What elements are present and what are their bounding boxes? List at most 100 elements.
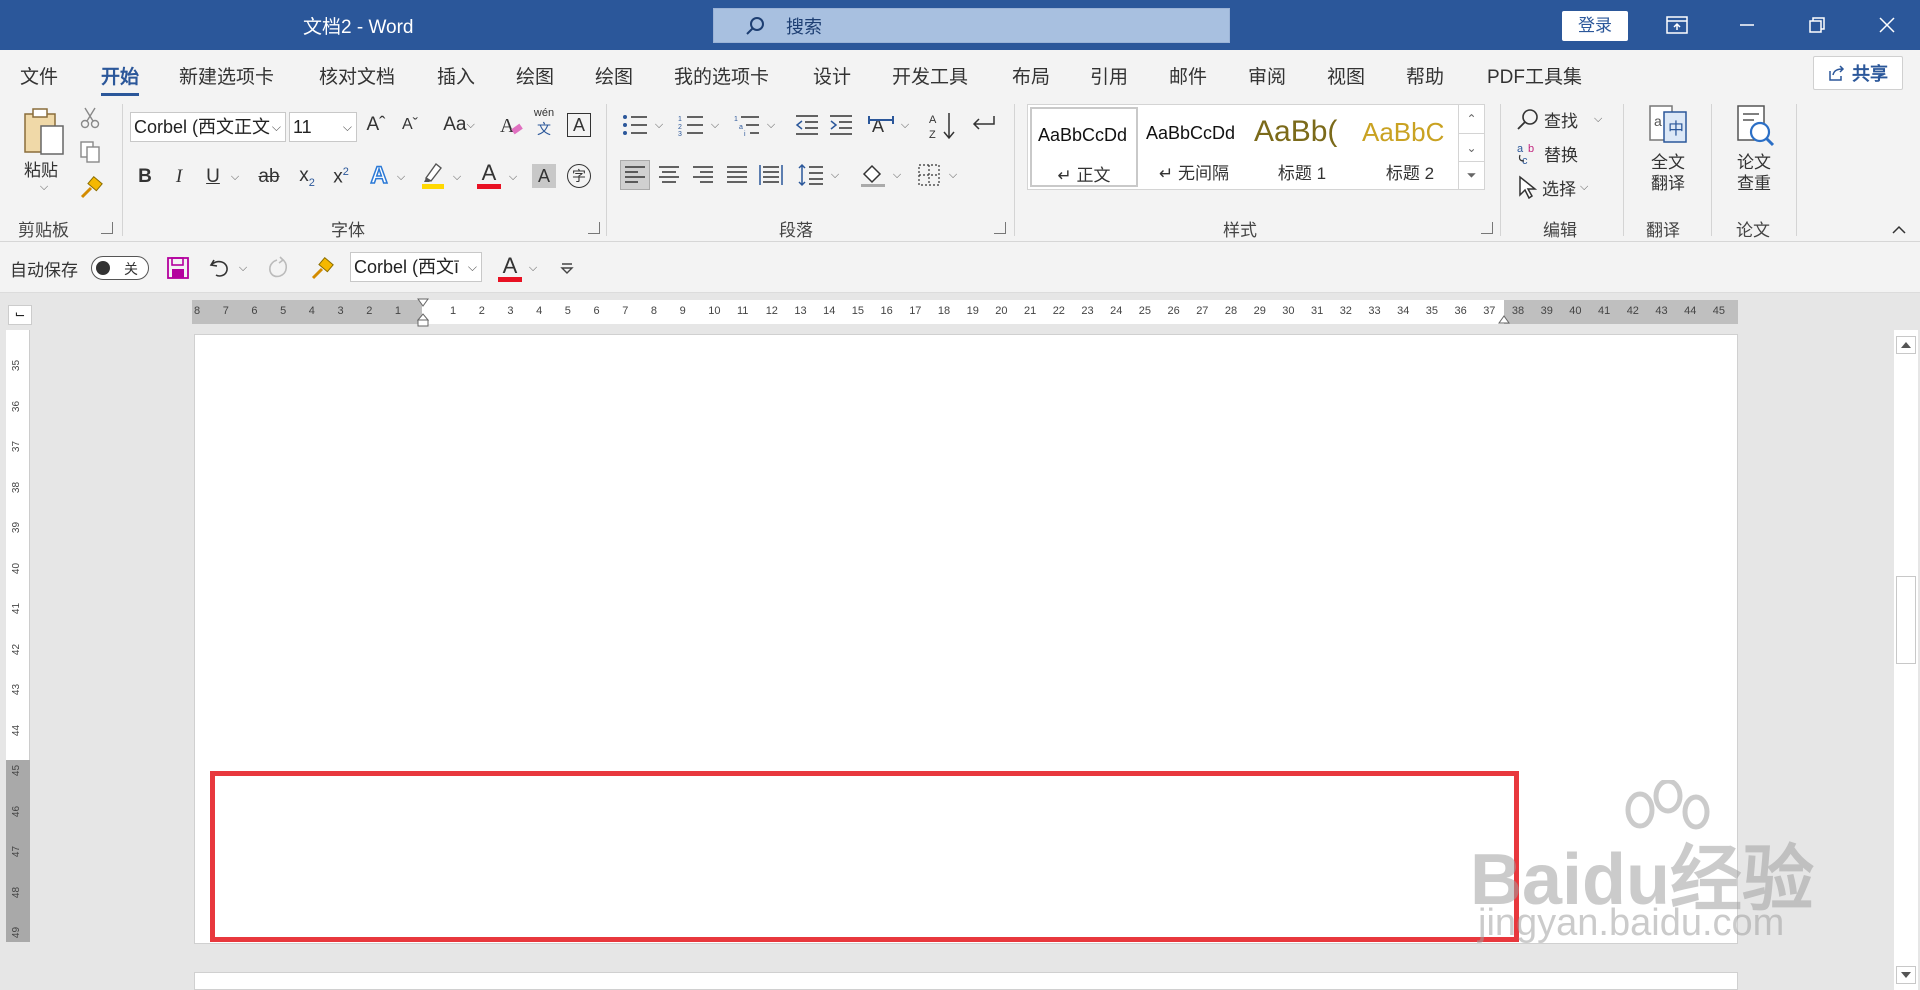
multilevel-list-dropdown[interactable]: ⌵ xyxy=(764,110,778,140)
paper-check-button[interactable]: 论文 查重 xyxy=(1726,104,1782,208)
subscript-button[interactable]: x2 xyxy=(292,162,322,192)
ribbon-display-options-button[interactable] xyxy=(1642,0,1712,50)
tab-design[interactable]: 设计 xyxy=(813,62,851,89)
tab-home[interactable]: 开始 xyxy=(101,62,140,96)
tab-review[interactable]: 审阅 xyxy=(1248,62,1286,89)
styles-scroll-down[interactable]: ⌄ xyxy=(1458,133,1484,161)
qat-font-color-dropdown[interactable]: ⌵ xyxy=(526,254,540,282)
character-shading-button[interactable]: A xyxy=(530,162,558,190)
style-heading-1[interactable]: AaBb( 标题 1 xyxy=(1248,107,1356,187)
tab-references[interactable]: 引用 xyxy=(1090,62,1128,89)
vertical-scrollbar[interactable] xyxy=(1894,330,1918,990)
font-size-combo[interactable]: 11 ⌵ xyxy=(289,112,357,142)
redo-button[interactable] xyxy=(264,254,292,282)
text-effects-button[interactable]: A xyxy=(364,160,394,192)
sort-button[interactable]: AZ xyxy=(928,110,958,142)
tab-mailings[interactable]: 邮件 xyxy=(1169,62,1207,89)
next-document-page[interactable] xyxy=(194,972,1738,990)
horizontal-ruler[interactable]: 87654321 1 2 3 4 5 6 7 8 9 10 11 12 13 14 15 16 17 18 19 20… xyxy=(192,298,1738,327)
paste-dropdown[interactable]: ⌵ xyxy=(36,180,52,194)
copy-button[interactable] xyxy=(78,140,102,164)
search-box[interactable]: 搜索 xyxy=(713,8,1230,43)
paragraph-launcher[interactable] xyxy=(994,222,1006,234)
italic-button[interactable]: I xyxy=(166,162,192,192)
format-painter-button[interactable] xyxy=(78,174,104,200)
bold-button[interactable]: B xyxy=(132,162,158,192)
autosave-toggle[interactable]: 关 xyxy=(91,256,149,280)
replace-button[interactable]: abc 替换 xyxy=(1516,138,1616,168)
style-normal[interactable]: AaBbCcDd ↵ 正文 xyxy=(1030,107,1138,187)
customize-qat-button[interactable] xyxy=(556,254,578,282)
style-no-spacing[interactable]: AaBbCcDd ↵ 无间隔 xyxy=(1140,107,1248,187)
align-left-button[interactable] xyxy=(620,160,650,190)
minimize-button[interactable] xyxy=(1712,0,1782,50)
save-button[interactable] xyxy=(164,254,192,282)
tab-developer[interactable]: 开发工具 xyxy=(892,62,968,89)
superscript-button[interactable]: x2 xyxy=(326,162,356,192)
font-launcher[interactable] xyxy=(588,222,600,234)
tab-pdf-tools[interactable]: PDF工具集 xyxy=(1487,62,1582,89)
tab-help[interactable]: 帮助 xyxy=(1406,62,1444,89)
font-name-combo[interactable]: Corbel (西文正文 ⌵ xyxy=(130,112,286,142)
undo-button[interactable] xyxy=(206,254,234,282)
clipboard-launcher[interactable] xyxy=(101,222,113,234)
tab-file[interactable]: 文件 xyxy=(20,62,58,89)
numbering-dropdown[interactable]: ⌵ xyxy=(708,110,722,140)
find-button[interactable]: 查找 ⌵ xyxy=(1516,104,1636,134)
clear-formatting-button[interactable]: A xyxy=(497,110,525,140)
underline-dropdown[interactable]: ⌵ xyxy=(228,162,242,192)
full-translate-button[interactable]: a中 全文 翻译 xyxy=(1640,104,1696,208)
right-indent-marker-icon[interactable] xyxy=(1498,314,1510,324)
restore-button[interactable] xyxy=(1782,0,1852,50)
tab-layout[interactable]: 布局 xyxy=(1012,62,1050,89)
font-color-button[interactable]: A xyxy=(474,158,504,192)
close-button[interactable] xyxy=(1852,0,1920,50)
tab-stop-selector[interactable]: ⌙ xyxy=(8,305,32,325)
align-right-button[interactable] xyxy=(688,160,718,190)
borders-button[interactable] xyxy=(914,160,944,190)
scroll-thumb[interactable] xyxy=(1896,576,1916,664)
character-border-button[interactable]: A xyxy=(565,110,593,140)
shading-button[interactable] xyxy=(858,160,888,190)
undo-dropdown[interactable]: ⌵ xyxy=(236,254,250,282)
distributed-button[interactable] xyxy=(756,160,786,190)
collapse-ribbon-button[interactable] xyxy=(1888,220,1910,238)
login-button[interactable]: 登录 xyxy=(1562,11,1628,41)
borders-dropdown[interactable]: ⌵ xyxy=(946,160,960,190)
tab-check-document[interactable]: 核对文档 xyxy=(319,62,395,89)
line-spacing-button[interactable] xyxy=(796,160,826,190)
tab-insert[interactable]: 插入 xyxy=(437,62,475,89)
underline-button[interactable]: U xyxy=(200,162,226,192)
format-painter-qat-button[interactable] xyxy=(308,254,336,282)
line-spacing-dropdown[interactable]: ⌵ xyxy=(828,160,842,190)
enclose-characters-button[interactable]: 字 xyxy=(565,162,593,190)
grow-font-button[interactable]: Aˆ xyxy=(362,110,390,140)
select-button[interactable]: 选择 ⌵ xyxy=(1516,172,1616,202)
font-color-dropdown[interactable]: ⌵ xyxy=(506,162,520,192)
tab-view[interactable]: 视图 xyxy=(1327,62,1365,89)
text-effects-dropdown[interactable]: ⌵ xyxy=(394,162,408,192)
justify-button[interactable] xyxy=(722,160,752,190)
cut-button[interactable] xyxy=(78,106,102,130)
style-heading-2[interactable]: AaBbC 标题 2 xyxy=(1356,107,1464,187)
phonetic-guide-button[interactable]: wén 文 xyxy=(530,106,558,140)
highlight-dropdown[interactable]: ⌵ xyxy=(450,162,464,192)
bullets-button[interactable] xyxy=(620,110,650,140)
scroll-down-button[interactable] xyxy=(1896,966,1916,984)
tab-new-tab[interactable]: 新建选项卡 xyxy=(179,62,274,89)
styles-launcher[interactable] xyxy=(1481,222,1493,234)
strikethrough-button[interactable]: ab xyxy=(254,162,284,192)
chinese-layout-dropdown[interactable]: ⌵ xyxy=(898,110,912,140)
show-hide-marks-button[interactable] xyxy=(968,110,998,140)
scroll-up-button[interactable] xyxy=(1896,336,1916,354)
chinese-layout-button[interactable]: A xyxy=(866,110,896,140)
increase-indent-button[interactable] xyxy=(826,110,856,140)
highlight-button[interactable] xyxy=(418,158,448,192)
paste-button[interactable] xyxy=(18,104,70,160)
decrease-indent-button[interactable] xyxy=(792,110,822,140)
align-center-button[interactable] xyxy=(654,160,684,190)
qat-font-combo[interactable]: Corbel (西文ī ⌵ xyxy=(350,252,482,282)
numbering-button[interactable]: 123 xyxy=(676,110,706,140)
styles-scroll-up[interactable]: ⌃ xyxy=(1458,105,1484,133)
styles-more[interactable]: ⏷ xyxy=(1458,161,1484,189)
